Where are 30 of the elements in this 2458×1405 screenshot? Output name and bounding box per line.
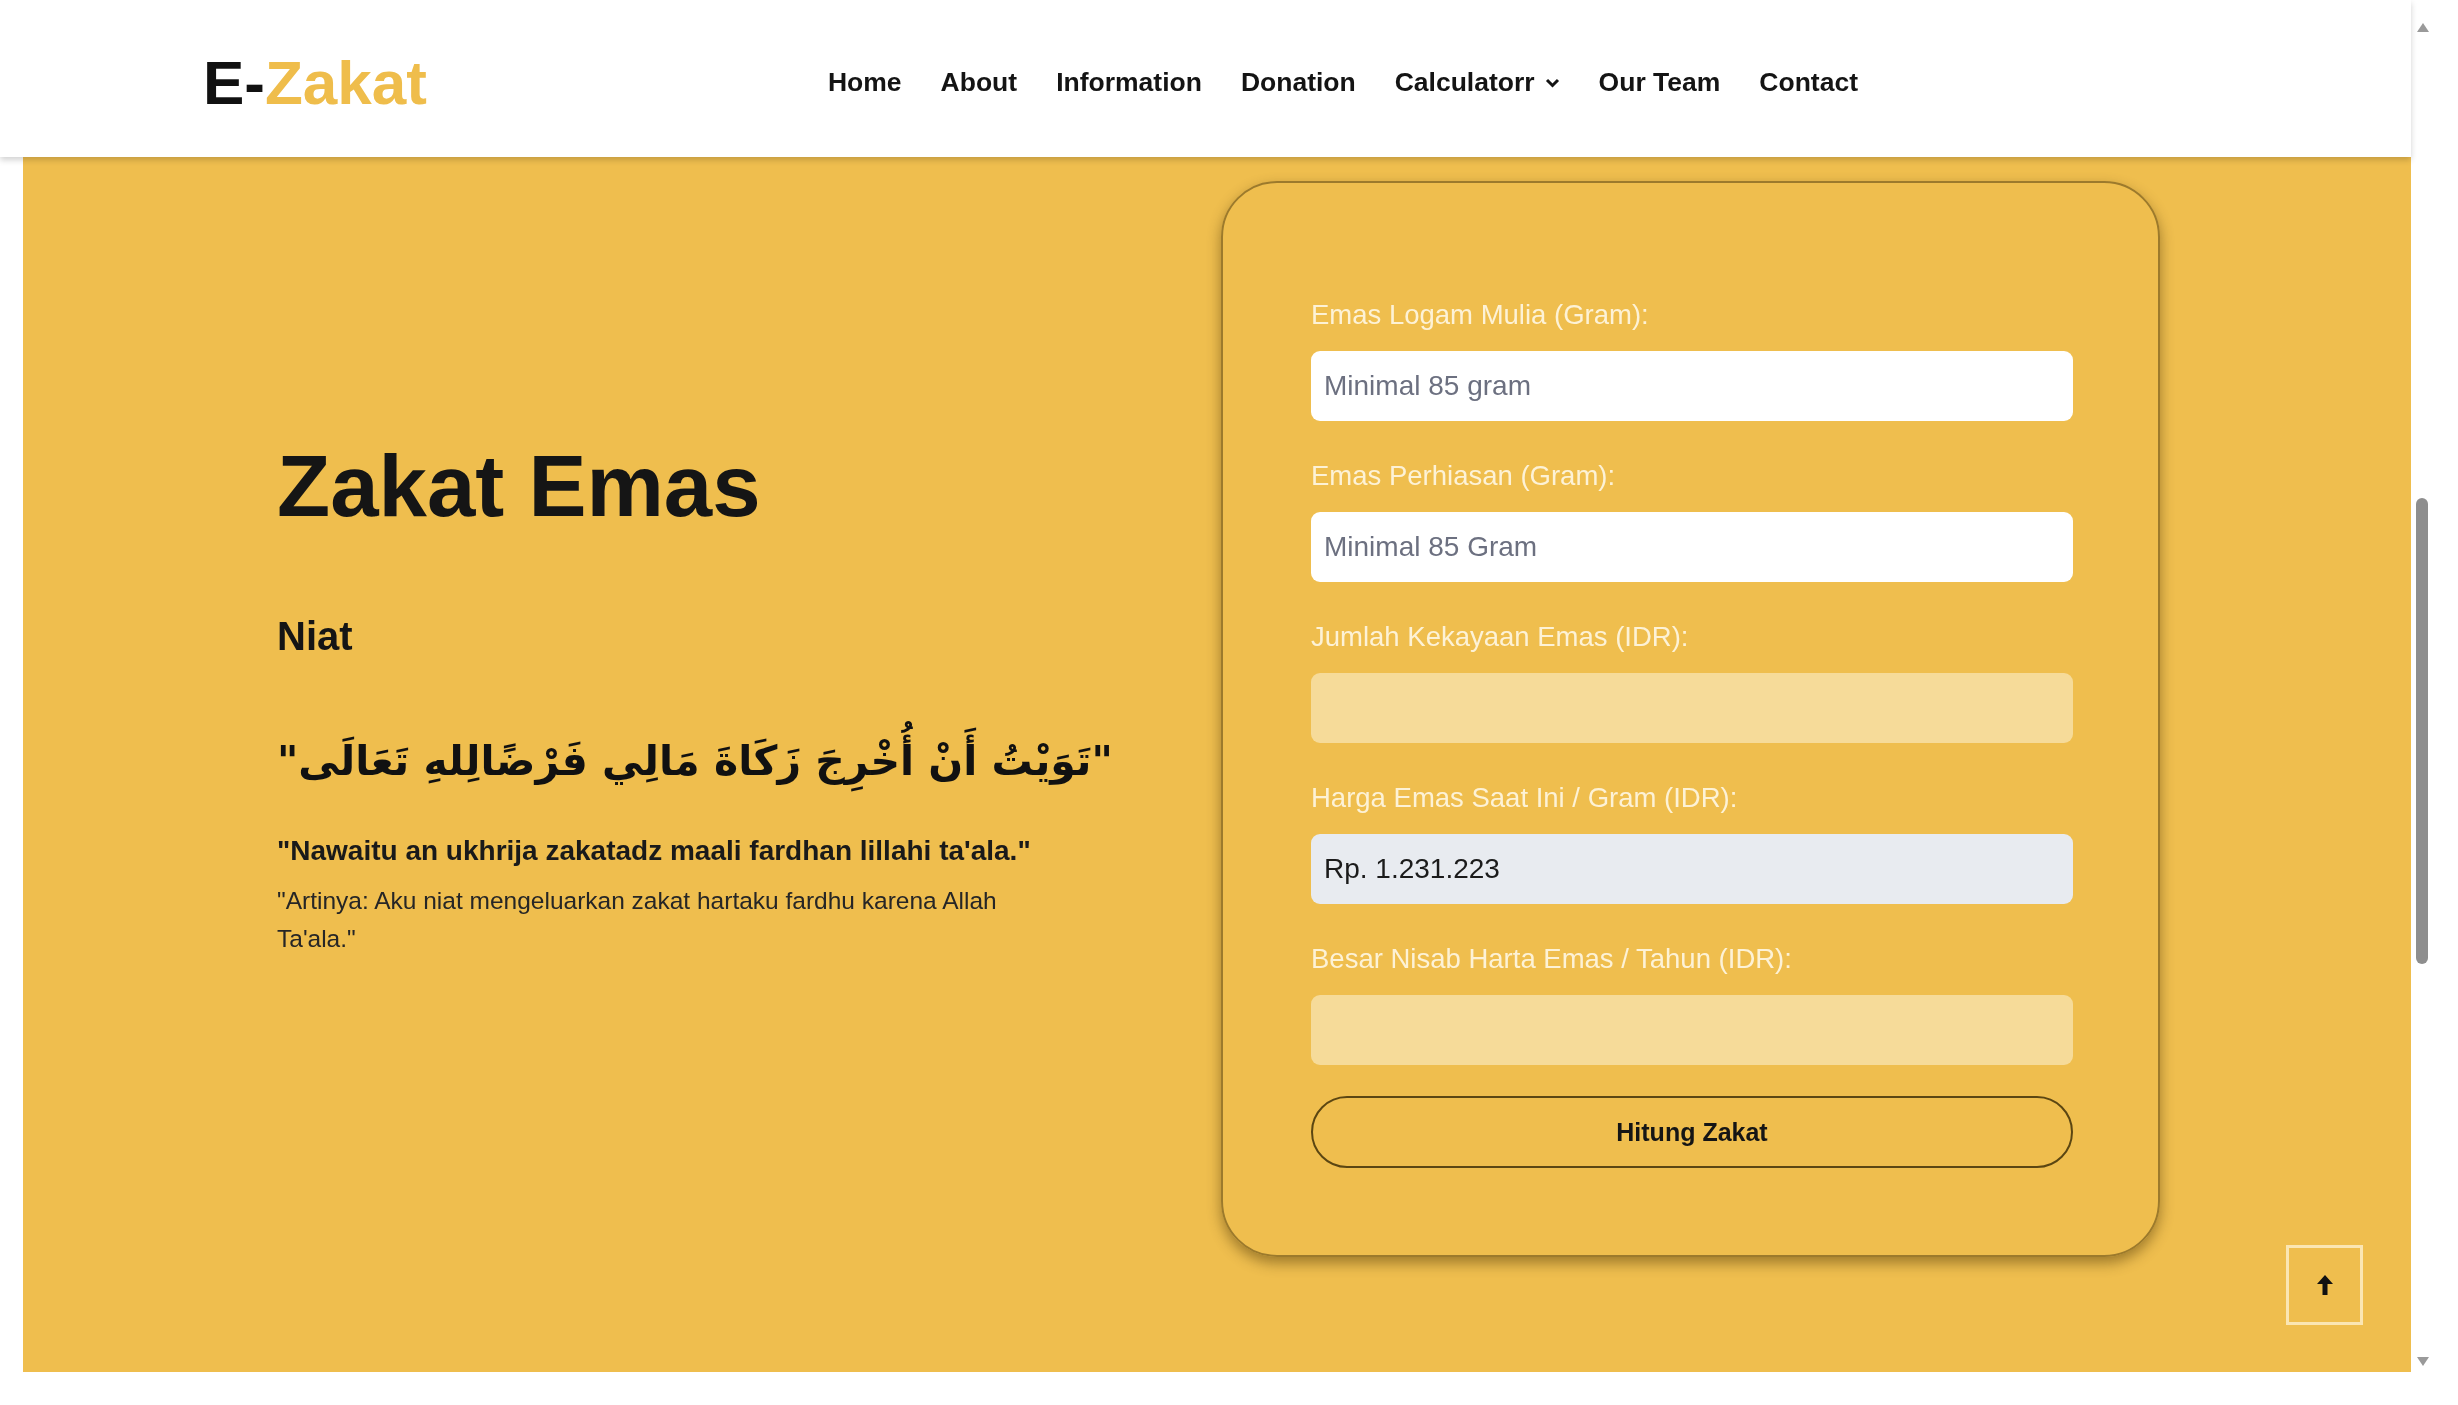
transliteration-text: "Nawaitu an ukhrija zakatadz maali fardhan lillahi ta'ala."	[277, 834, 1031, 868]
section-heading: Niat	[277, 616, 353, 656]
page-title: Zakat Emas	[277, 442, 761, 529]
nav-link[interactable]: About	[940, 67, 1018, 99]
back-to-top-button[interactable]	[2286, 1245, 2363, 1325]
input-field[interactable]: Rp. 1.231.223	[1311, 834, 2073, 904]
field-label: Emas Perhiasan (Gram):	[1311, 460, 1616, 492]
input-field[interactable]	[1311, 995, 2073, 1065]
scroll-up-icon[interactable]	[2417, 23, 2429, 32]
field-label: Emas Logam Mulia (Gram):	[1311, 299, 1649, 331]
nav-link[interactable]: Donation	[1240, 67, 1356, 99]
field-label: Besar Nisab Harta Emas / Tahun (IDR):	[1311, 943, 1792, 975]
arabic-text: "تَوَيْتُ أَنْ أُخْرِجَ زَكَاةَ مَالِي فَرْضًالِلهِ تَعَالَى"	[277, 721, 1113, 801]
logo[interactable]: E-Zakat	[203, 52, 427, 114]
arrow-up-icon	[2315, 1274, 2334, 1296]
field-label: Jumlah Kekayaan Emas (IDR):	[1311, 621, 1689, 653]
nav-link[interactable]: Our Team	[1598, 67, 1721, 99]
scroll-down-icon[interactable]	[2417, 1357, 2429, 1366]
chevron-down-icon	[1544, 78, 1560, 88]
nav-link[interactable]: Calculatorr	[1394, 67, 1560, 99]
nav-link[interactable]: Contact	[1759, 67, 1858, 99]
nav-link[interactable]: Home	[827, 67, 902, 99]
field-label: Harga Emas Saat Ini / Gram (IDR):	[1311, 782, 1738, 814]
input-field[interactable]: Minimal 85 gram	[1311, 351, 2073, 421]
scrollbar-thumb[interactable]	[2416, 498, 2428, 964]
input-field[interactable]	[1311, 673, 2073, 743]
nav-link[interactable]: Information	[1056, 67, 1202, 99]
calculate-button[interactable]: Hitung Zakat	[1311, 1096, 2073, 1168]
input-field[interactable]: Minimal 85 Gram	[1311, 512, 2073, 582]
translation-text: "Artinya: Aku niat mengeluarkan zakat hartaku fardhu karena Allah Ta'ala."	[277, 885, 998, 954]
